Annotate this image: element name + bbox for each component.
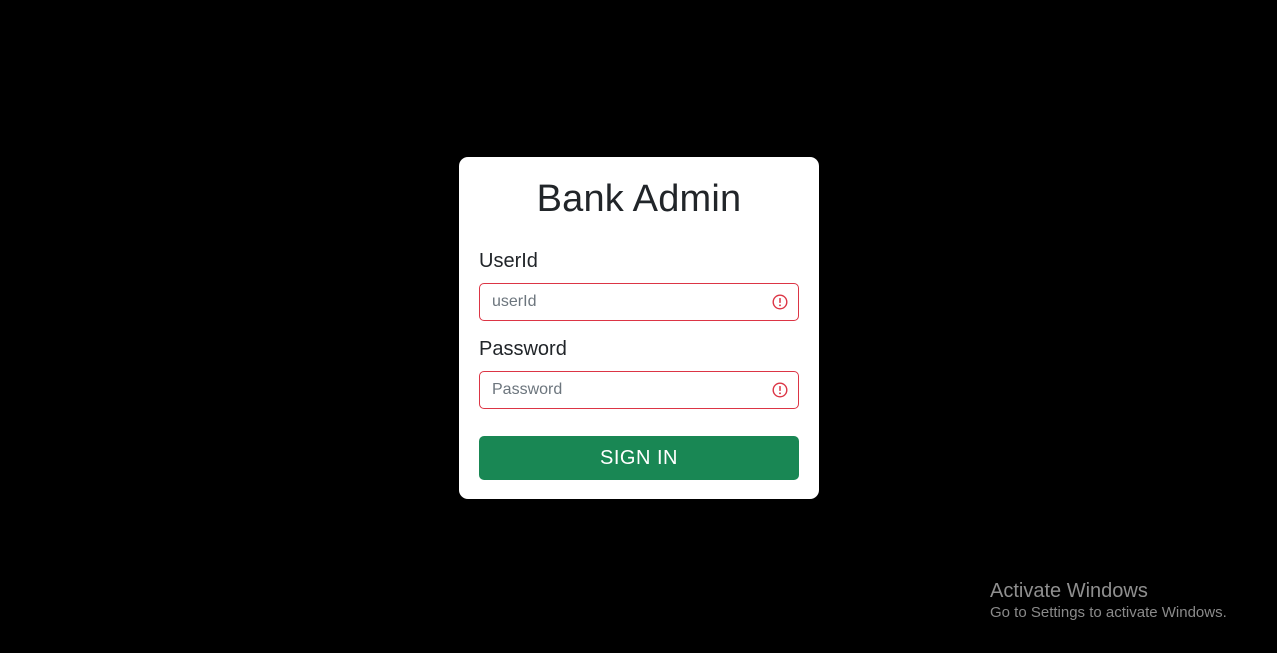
password-label: Password xyxy=(479,338,567,360)
page-title: Bank Admin xyxy=(536,178,742,220)
watermark-subtitle: Go to Settings to activate Windows. xyxy=(990,604,1227,621)
page-background: Bank Admin UserId Password SIGN IN Activ… xyxy=(0,0,1277,653)
login-card: Bank Admin UserId Password SIGN IN xyxy=(459,157,819,499)
activate-windows-watermark: Activate Windows Go to Settings to activ… xyxy=(990,580,1227,624)
sign-in-button[interactable]: SIGN IN xyxy=(479,436,799,480)
password-field-wrapper xyxy=(479,371,799,409)
password-input[interactable] xyxy=(479,371,799,409)
userid-input[interactable] xyxy=(479,283,799,321)
userid-field-wrapper xyxy=(479,283,799,321)
userid-label: UserId xyxy=(479,250,538,272)
exclamation-circle-icon xyxy=(772,382,788,398)
exclamation-circle-icon xyxy=(772,294,788,310)
watermark-title: Activate Windows xyxy=(990,580,1148,602)
